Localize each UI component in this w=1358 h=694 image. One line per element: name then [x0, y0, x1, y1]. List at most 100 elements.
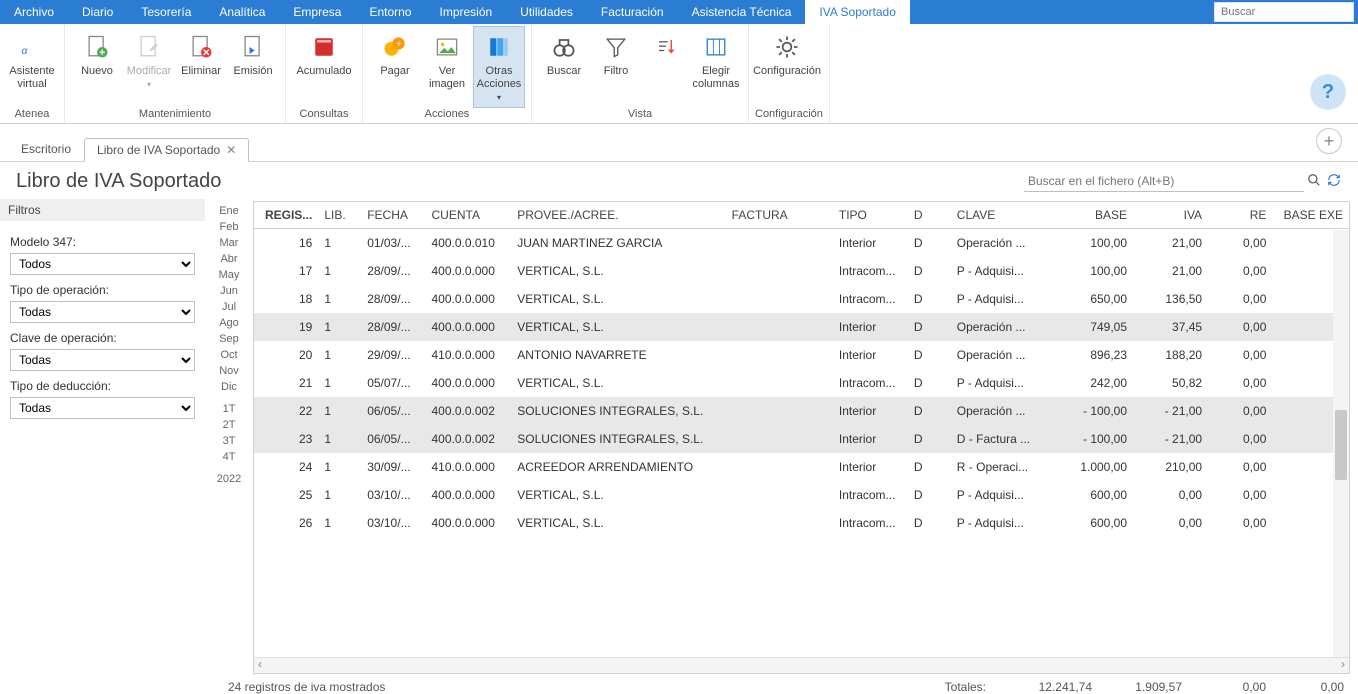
ribbon-elegir-columnas-button[interactable]: Elegircolumnas [690, 26, 742, 108]
column-header-iva[interactable]: IVA [1133, 202, 1208, 229]
cell-tipo: Interior [833, 229, 908, 258]
menu-asistencia-técnica[interactable]: Asistencia Técnica [678, 0, 806, 24]
menu-diario[interactable]: Diario [68, 0, 127, 24]
cell-prov: ACREEDOR ARRENDAMIENTO [511, 453, 725, 481]
cell-tipo: Intracom... [833, 481, 908, 509]
table-row[interactable]: 21105/07/...400.0.0.000VERTICAL, S.L.Int… [254, 369, 1349, 397]
month-dic[interactable]: Dic [205, 379, 253, 395]
ribbon-ver-imagen-button[interactable]: Verimagen [421, 26, 473, 108]
menu-analítica[interactable]: Analítica [205, 0, 279, 24]
table-row[interactable]: 23106/05/...400.0.0.002SOLUCIONES INTEGR… [254, 425, 1349, 453]
ribbon-buscar-button[interactable]: Buscar [538, 26, 590, 108]
ribbon-acumulado-button[interactable]: Acumulado [292, 26, 356, 108]
month-sep[interactable]: Sep [205, 331, 253, 347]
menu-utilidades[interactable]: Utilidades [506, 0, 587, 24]
table-row[interactable]: 24130/09/...410.0.0.000ACREEDOR ARRENDAM… [254, 453, 1349, 481]
new-tab-button[interactable]: + [1316, 128, 1342, 154]
ribbon-pagar-button[interactable]: +Pagar [369, 26, 421, 108]
cell-lib: 1 [318, 285, 361, 313]
column-header-cuenta[interactable]: CUENTA [426, 202, 512, 229]
search-icon[interactable] [1304, 173, 1324, 190]
refresh-icon[interactable] [1324, 173, 1344, 190]
table-row[interactable]: 22106/05/...400.0.0.002SOLUCIONES INTEGR… [254, 397, 1349, 425]
cell-base: 100,00 [1047, 257, 1133, 285]
cell-lib: 1 [318, 313, 361, 341]
month-abr[interactable]: Abr [205, 251, 253, 267]
quarter-2t[interactable]: 2T [205, 417, 253, 433]
column-header-baseexe[interactable]: BASE EXE [1272, 202, 1349, 229]
menu-iva-soportado[interactable]: IVA Soportado [805, 0, 910, 24]
month-ene[interactable]: Ene [205, 203, 253, 219]
month-jun[interactable]: Jun [205, 283, 253, 299]
quarter-1t[interactable]: 1T [205, 401, 253, 417]
cell-factura [726, 397, 833, 425]
column-header-clave[interactable]: CLAVE [951, 202, 1047, 229]
quarter-4t[interactable]: 4T [205, 449, 253, 465]
cell-iva: 188,20 [1133, 341, 1208, 369]
ribbon-modificar-button[interactable]: Modificar ▾ [123, 26, 175, 108]
filter-select-tipo[interactable]: Todas [10, 301, 195, 323]
column-header-regis[interactable]: REGIS... [254, 202, 318, 229]
column-header-lib[interactable]: LIB. [318, 202, 361, 229]
filter-select-modelo[interactable]: Todos [10, 253, 195, 275]
ribbon-emision-button[interactable]: Emisión [227, 26, 279, 108]
table-row[interactable]: 20129/09/...410.0.0.000ANTONIO NAVARRETE… [254, 341, 1349, 369]
month-feb[interactable]: Feb [205, 219, 253, 235]
cell-fecha: 01/03/... [361, 229, 425, 258]
global-search-input[interactable] [1214, 2, 1354, 22]
month-jul[interactable]: Jul [205, 299, 253, 315]
column-header-d[interactable]: D [908, 202, 951, 229]
help-button[interactable]: ? [1310, 74, 1346, 110]
ribbon-orden-button[interactable] [642, 26, 690, 108]
column-header-tipo[interactable]: TIPO [833, 202, 908, 229]
ribbon-eliminar-button[interactable]: Eliminar [175, 26, 227, 108]
cell-regis: 25 [254, 481, 318, 509]
column-header-fecha[interactable]: FECHA [361, 202, 425, 229]
grid-scrollbar-horizontal[interactable] [254, 657, 1349, 673]
ribbon-asistente-virtual-button[interactable]: αAsistentevirtual [6, 26, 58, 108]
quarter-3t[interactable]: 3T [205, 433, 253, 449]
year-selector[interactable]: 2022 [205, 471, 253, 487]
table-row[interactable]: 16101/03/...400.0.0.010JUAN MARTINEZ GAR… [254, 229, 1349, 258]
menu-facturación[interactable]: Facturación [587, 0, 678, 24]
total-baseexe: 0,00 [1266, 680, 1344, 694]
sort-icon [650, 31, 682, 63]
month-ago[interactable]: Ago [205, 315, 253, 331]
menu-archivo[interactable]: Archivo [0, 0, 68, 24]
cell-factura [726, 425, 833, 453]
ribbon-group-label: Acciones [369, 108, 525, 123]
table-row[interactable]: 26103/10/...400.0.0.000VERTICAL, S.L.Int… [254, 509, 1349, 537]
cell-tipo: Interior [833, 453, 908, 481]
column-header-prov[interactable]: PROVEE./ACREE. [511, 202, 725, 229]
ribbon-otras-acciones-button[interactable]: OtrasAcciones ▾ [473, 26, 525, 108]
ribbon-nuevo-button[interactable]: Nuevo [71, 26, 123, 108]
column-header-re[interactable]: RE [1208, 202, 1272, 229]
tab-close-icon[interactable]: ✕ [226, 143, 236, 157]
grid-scrollbar-vertical[interactable] [1333, 230, 1349, 657]
month-oct[interactable]: Oct [205, 347, 253, 363]
cell-fecha: 28/09/... [361, 313, 425, 341]
cell-cuenta: 400.0.0.000 [426, 509, 512, 537]
month-mar[interactable]: Mar [205, 235, 253, 251]
table-row[interactable]: 18128/09/...400.0.0.000VERTICAL, S.L.Int… [254, 285, 1349, 313]
tab-libro-de-iva-soportado[interactable]: Libro de IVA Soportado✕ [84, 138, 249, 162]
ribbon-configuracion-button[interactable]: Configuración [755, 26, 819, 108]
ribbon-filtro-button[interactable]: Filtro [590, 26, 642, 108]
table-row[interactable]: 25103/10/...400.0.0.000VERTICAL, S.L.Int… [254, 481, 1349, 509]
menu-tesorería[interactable]: Tesorería [127, 0, 205, 24]
cell-prov: VERTICAL, S.L. [511, 285, 725, 313]
column-header-factura[interactable]: FACTURA [726, 202, 833, 229]
tab-escritorio[interactable]: Escritorio [8, 137, 84, 161]
filter-select-clave[interactable]: Todas [10, 349, 195, 371]
menu-empresa[interactable]: Empresa [279, 0, 355, 24]
filter-select-deduc[interactable]: Todas [10, 397, 195, 419]
file-search-input[interactable] [1024, 171, 1304, 192]
column-header-base[interactable]: BASE [1047, 202, 1133, 229]
menu-impresión[interactable]: Impresión [425, 0, 506, 24]
menu-entorno[interactable]: Entorno [355, 0, 425, 24]
month-nov[interactable]: Nov [205, 363, 253, 379]
book-red-icon [308, 31, 340, 63]
table-row[interactable]: 19128/09/...400.0.0.000VERTICAL, S.L.Int… [254, 313, 1349, 341]
month-may[interactable]: May [205, 267, 253, 283]
table-row[interactable]: 17128/09/...400.0.0.000VERTICAL, S.L.Int… [254, 257, 1349, 285]
